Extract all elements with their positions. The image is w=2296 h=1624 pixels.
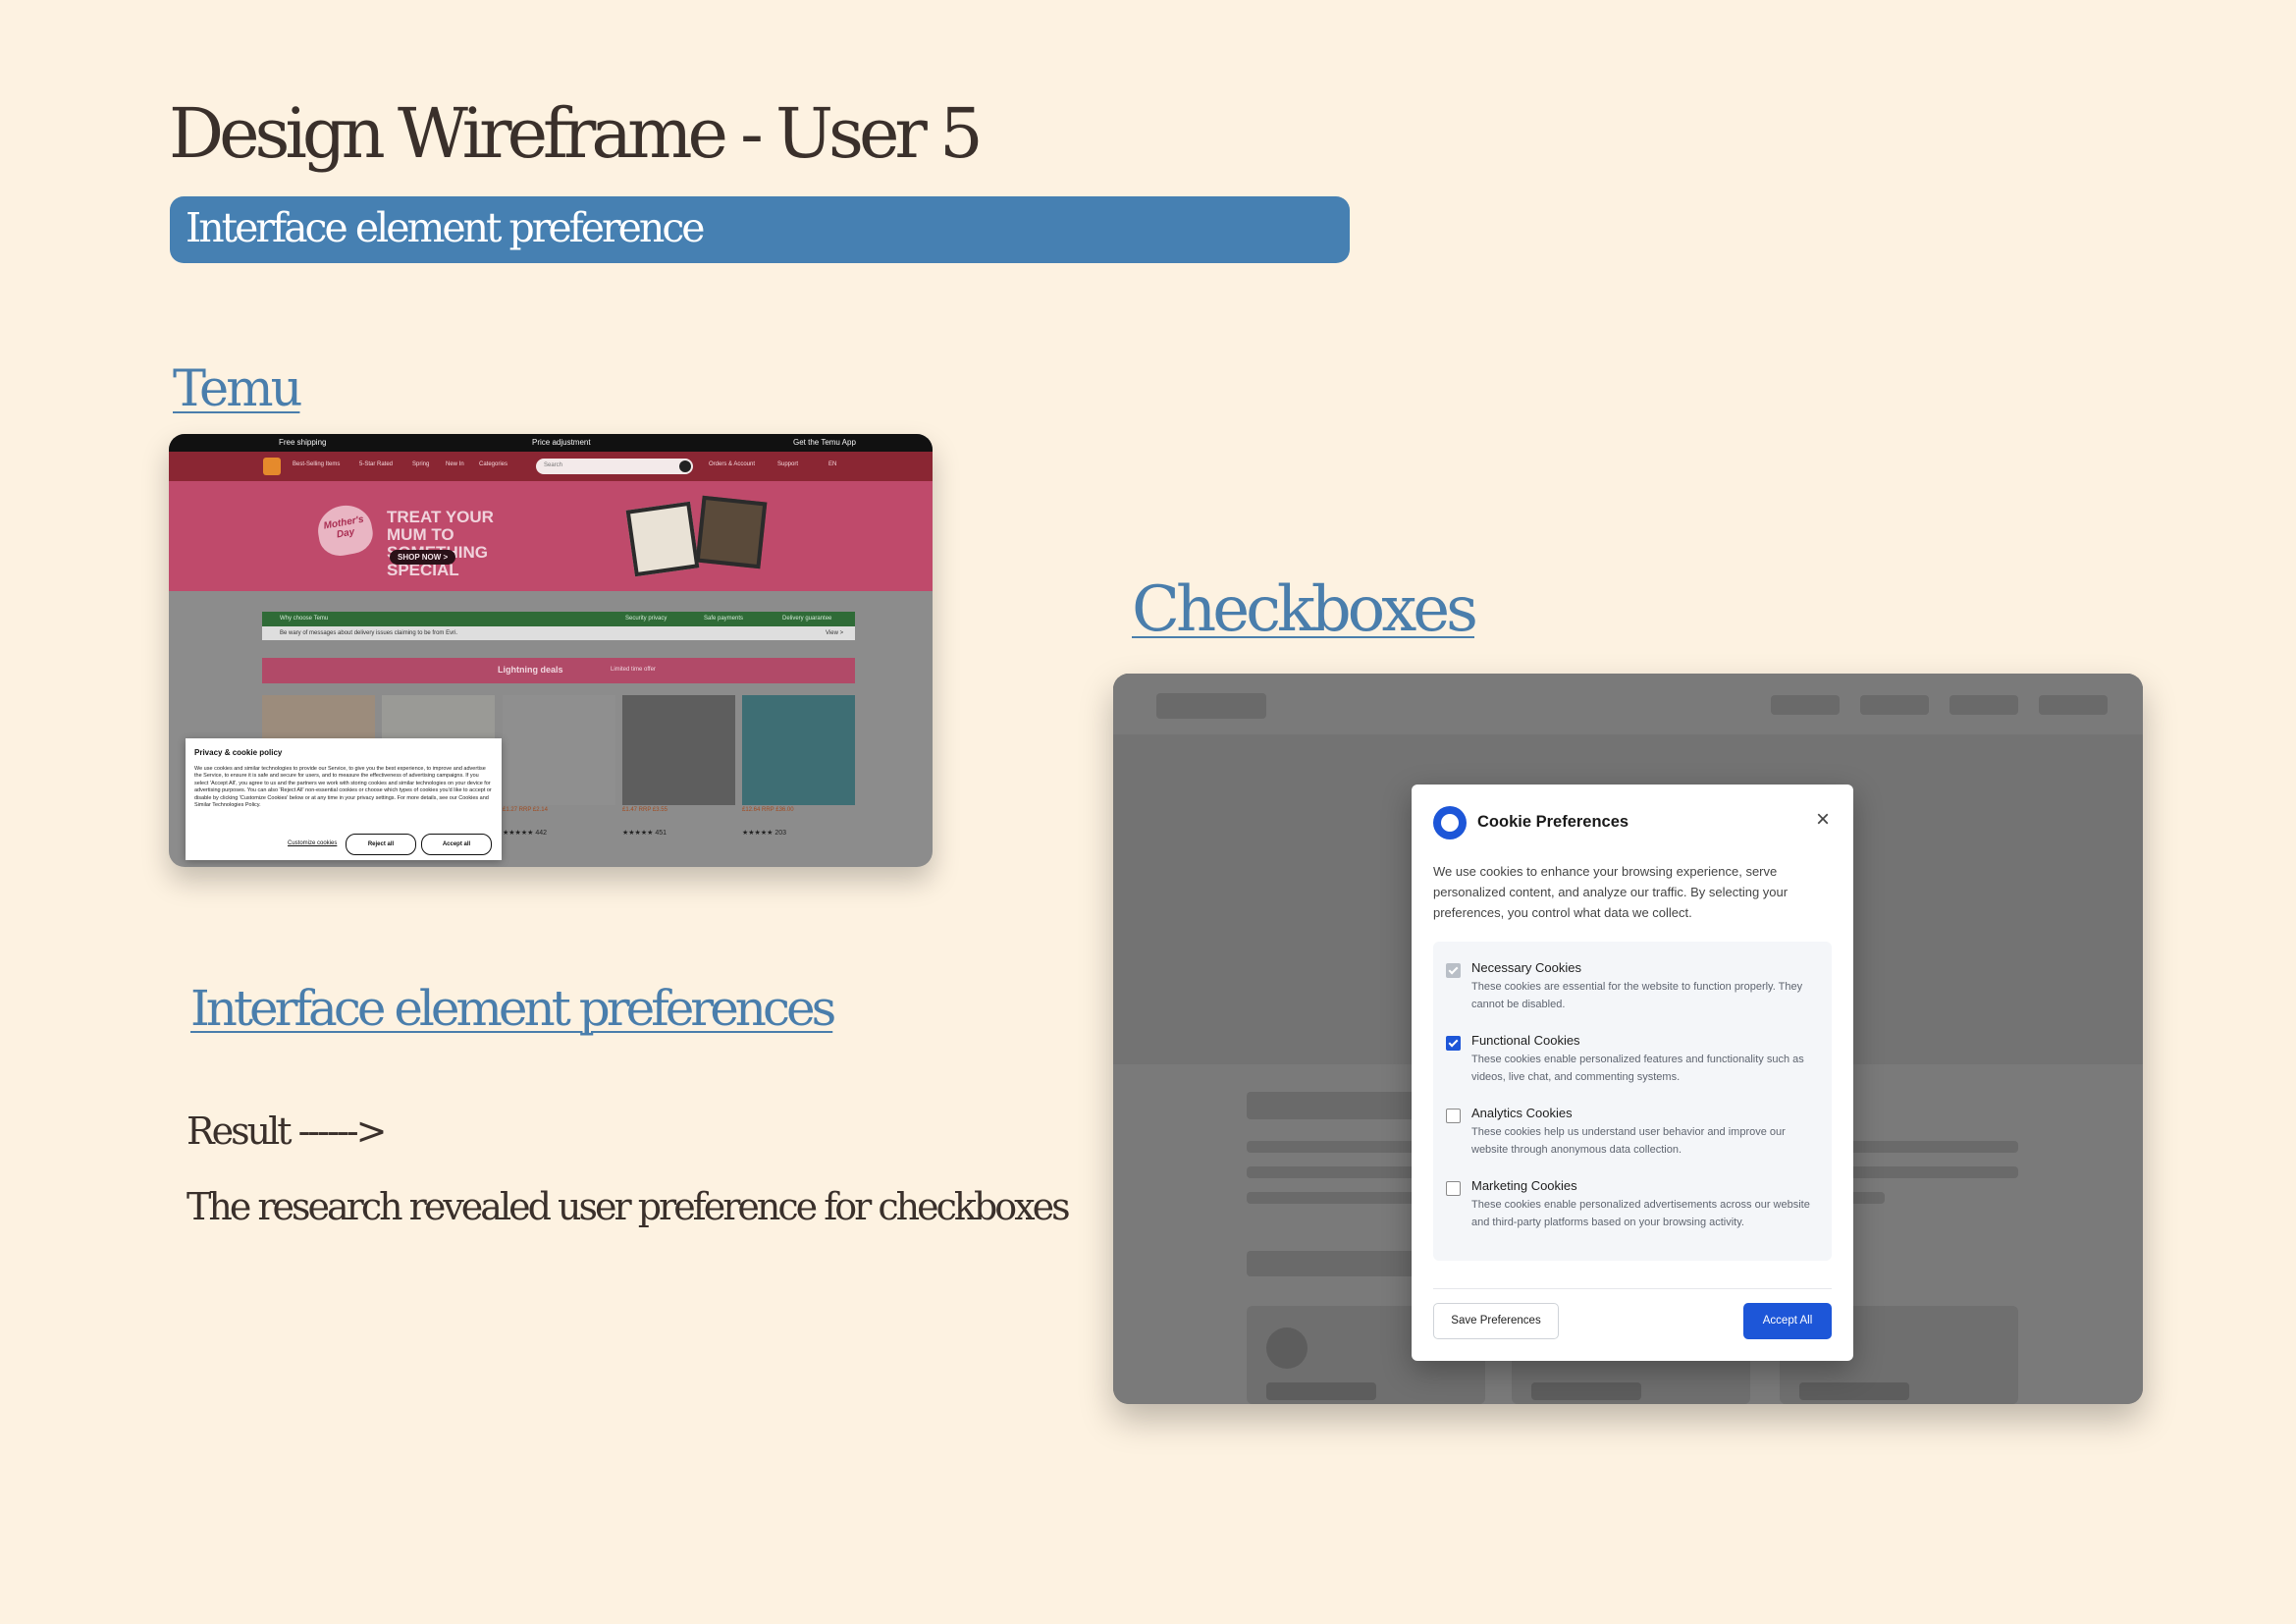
temu-label: Temu [173, 360, 302, 418]
temu-nav-item: Orders & Account [709, 461, 756, 467]
temu-hero-title: TREAT YOUR MUM TO SOMETHING SPECIAL [387, 508, 494, 579]
temu-topbar-app: Get the Temu App [793, 438, 856, 447]
wireframe-nav-placeholder [2039, 695, 2108, 715]
product-image [503, 695, 615, 805]
option-title: Marketing Cookies [1471, 1178, 1577, 1193]
research-conclusion: The research revealed user preference fo… [187, 1185, 1071, 1228]
wireframe-text-placeholder [1799, 1382, 1909, 1400]
wireframe-nav-placeholder [1860, 695, 1929, 715]
cookie-modal-title: Cookie Preferences [1477, 813, 1629, 831]
temu-payments: Safe payments [704, 616, 744, 622]
search-icon [679, 460, 691, 472]
product-price: £12.64 RRP £36.00 [742, 807, 794, 813]
close-icon[interactable]: × [1811, 808, 1835, 832]
product-image [622, 695, 735, 805]
interface-preferences-label: Interface element preferences [190, 980, 836, 1037]
temu-nav-item: EN [828, 461, 837, 467]
result-text: Result ------> [187, 1110, 387, 1153]
cookie-logo-icon [1433, 806, 1467, 839]
temu-nav-item: New In [446, 461, 464, 467]
cookie-options-panel: Necessary Cookies These cookies are esse… [1433, 942, 1832, 1261]
wireframe-avatar-placeholder [1266, 1327, 1308, 1369]
accept-all-button[interactable]: Accept All [1743, 1303, 1832, 1339]
temu-search-placeholder: Search [544, 462, 563, 468]
wireframe-nav-placeholder [1771, 695, 1840, 715]
divider [1433, 1288, 1832, 1289]
product-rating: ★★★★★ 203 [742, 830, 787, 837]
temu-why: Why choose Temu [280, 616, 329, 622]
save-preferences-button[interactable]: Save Preferences [1433, 1303, 1559, 1339]
frame-image [625, 501, 700, 577]
temu-navbar: Best-Selling Items 5-Star Rated Spring N… [169, 452, 933, 481]
temu-cookie-popup: Privacy & cookie policy We use cookies a… [186, 738, 502, 860]
product-price: £1.27 RRP £2.14 [503, 807, 548, 813]
temu-nav-item: Categories [479, 461, 508, 467]
wireframe-header [1113, 674, 2143, 734]
temu-topbar: Free shipping Price adjustment Get the T… [169, 434, 933, 452]
wireframe-text-placeholder [1531, 1382, 1641, 1400]
option-title: Functional Cookies [1471, 1033, 1580, 1048]
temu-accept-button: Accept all [421, 834, 492, 855]
option-description: These cookies enable personalized advert… [1471, 1199, 1810, 1228]
option-description: These cookies are essential for the webs… [1471, 981, 1803, 1010]
temu-hero-badge: Mother's Day [314, 501, 376, 560]
subtitle-banner: Interface element preference [170, 196, 1350, 263]
temu-hero-banner: Mother's Day TREAT YOUR MUM TO SOMETHING… [169, 481, 933, 591]
temu-lightning-title: Lightning deals [498, 665, 563, 675]
product-price: £1.47 RRP £3.55 [622, 807, 667, 813]
temu-logo [263, 458, 281, 475]
temu-delivery: Delivery guarantee [782, 616, 832, 622]
functional-checkbox[interactable] [1446, 1036, 1461, 1051]
frame-image [695, 495, 768, 569]
option-description: These cookies enable personalized featur… [1471, 1054, 1804, 1083]
wireframe-nav-placeholder [1949, 695, 2018, 715]
product-rating: ★★★★★ 442 [503, 830, 548, 837]
temu-nav-item: Spring [412, 461, 430, 467]
necessary-checkbox [1446, 963, 1461, 978]
product-image [742, 695, 855, 805]
analytics-checkbox[interactable] [1446, 1109, 1461, 1123]
temu-search-input: Search [536, 459, 693, 474]
option-title: Necessary Cookies [1471, 960, 1581, 975]
temu-notice-strip: Be wary of messages about delivery issue… [262, 626, 855, 640]
cookie-modal-description: We use cookies to enhance your browsing … [1433, 864, 1789, 920]
wireframe-text-placeholder [1266, 1382, 1376, 1400]
checkboxes-label: Checkboxes [1132, 573, 1478, 646]
temu-lightning-bar: Lightning deals Limited time offer [262, 658, 855, 683]
option-description: These cookies help us understand user be… [1471, 1126, 1786, 1156]
temu-why-strip: Why choose Temu Security privacy Safe pa… [262, 612, 855, 626]
temu-screenshot: Free shipping Price adjustment Get the T… [169, 434, 933, 867]
temu-nav-item: Support [777, 461, 799, 467]
marketing-checkbox[interactable] [1446, 1181, 1461, 1196]
temu-notice: Be wary of messages about delivery issue… [280, 630, 458, 636]
temu-nav-item: 5-Star Rated [359, 461, 394, 467]
temu-view-link: View > [826, 630, 844, 636]
temu-lightning-sub: Limited time offer [611, 667, 656, 673]
product-rating: ★★★★★ 451 [622, 830, 667, 837]
option-title: Analytics Cookies [1471, 1106, 1573, 1120]
cookie-preferences-modal: Cookie Preferences × We use cookies to e… [1412, 785, 1853, 1361]
wireframe-logo-placeholder [1156, 693, 1266, 719]
temu-shop-now-button: SHOP NOW > [390, 550, 456, 565]
temu-topbar-shipping: Free shipping [279, 438, 327, 447]
subtitle-text: Interface element preference [186, 204, 706, 251]
temu-nav-item: Best-Selling Items [293, 461, 341, 467]
temu-cookie-body: We use cookies and similar technologies … [194, 766, 492, 809]
page-title: Design Wireframe - User 5 [169, 93, 984, 174]
temu-cookie-title: Privacy & cookie policy [194, 748, 283, 757]
temu-security: Security privacy [625, 616, 667, 622]
temu-topbar-price: Price adjustment [532, 438, 591, 447]
temu-reject-button: Reject all [346, 834, 416, 855]
temu-customize-link: Customize cookies [288, 840, 338, 846]
